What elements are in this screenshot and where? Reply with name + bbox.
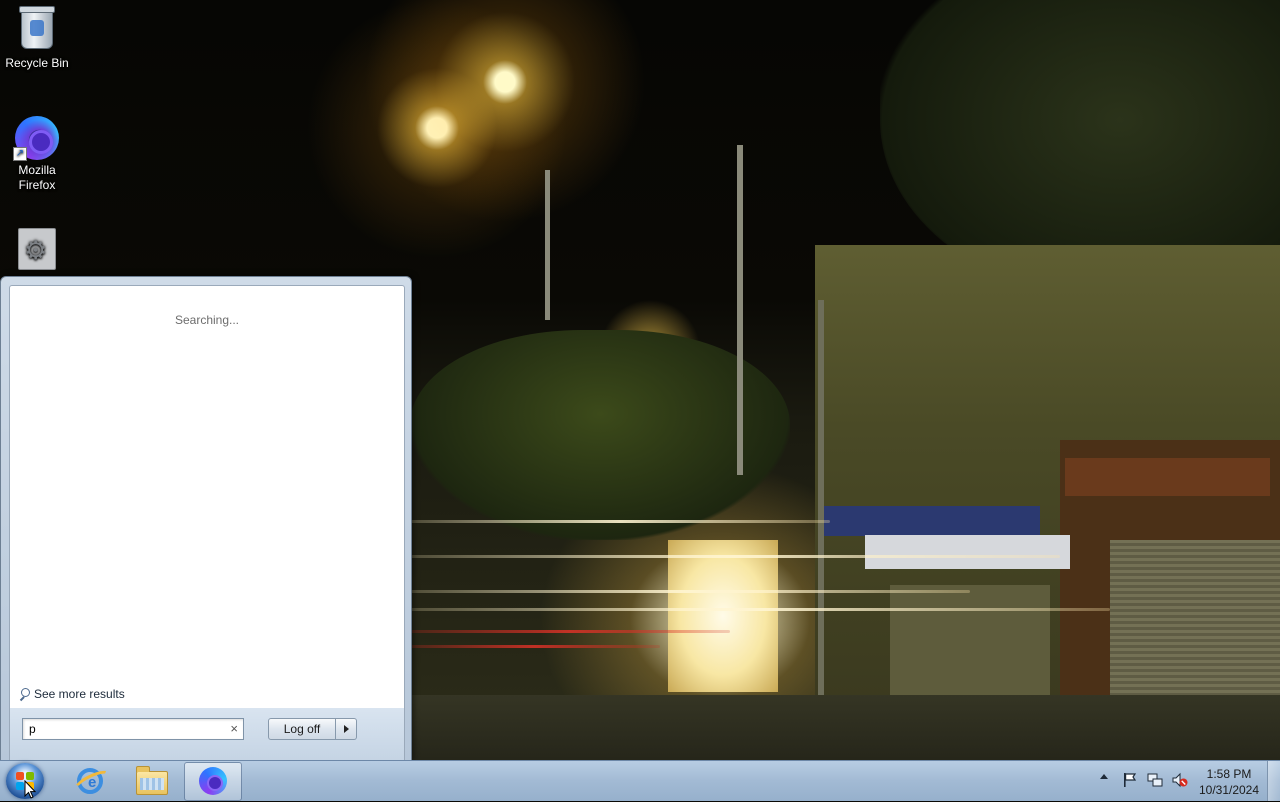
clock-date: 10/31/2024 bbox=[1198, 783, 1260, 797]
show-desktop-button[interactable] bbox=[1267, 761, 1280, 801]
shortcut-arrow-icon: ↗ bbox=[13, 147, 27, 161]
desktop-icon-settings-file[interactable] bbox=[0, 226, 74, 275]
internet-explorer-icon: e bbox=[77, 768, 103, 794]
taskbar-firefox[interactable] bbox=[184, 762, 242, 801]
clear-search-icon[interactable]: × bbox=[230, 721, 238, 736]
taskbar-clock[interactable]: 1:58 PM 10/31/2024 bbox=[1194, 766, 1264, 798]
start-search-input[interactable]: p × bbox=[22, 718, 244, 740]
shutdown-options-arrow-button[interactable] bbox=[336, 718, 357, 740]
start-menu-bottom-bar: p × Log off bbox=[9, 708, 405, 760]
taskbar-windows-explorer[interactable] bbox=[123, 762, 179, 799]
desktop-icon-label: Mozilla Firefox bbox=[18, 163, 56, 192]
network-icon[interactable] bbox=[1147, 772, 1163, 788]
searching-status: Searching... bbox=[174, 313, 240, 327]
wallpaper-trees bbox=[410, 330, 790, 540]
mouse-cursor-icon bbox=[24, 779, 37, 802]
wallpaper-light-streak bbox=[410, 520, 830, 523]
taskbar: e 1:58 PM 10/31/2024 bbox=[0, 760, 1280, 801]
desktop-icon-firefox[interactable]: ↗ Mozilla Firefox bbox=[0, 116, 74, 193]
wallpaper-shopfront bbox=[890, 585, 1050, 695]
search-icon bbox=[18, 688, 30, 700]
action-center-flag-icon[interactable] bbox=[1122, 772, 1138, 788]
recycle-bin-icon bbox=[15, 6, 59, 53]
wallpaper-tail-light-streak bbox=[410, 645, 660, 648]
desktop-icon-recycle-bin[interactable]: Recycle Bin bbox=[0, 6, 74, 71]
logoff-button-group: Log off bbox=[268, 718, 357, 740]
start-menu: Searching... See more results p × Log of… bbox=[0, 276, 412, 762]
wallpaper-light-streak bbox=[410, 590, 970, 593]
search-results-pane: Searching... See more results bbox=[9, 285, 405, 709]
wallpaper-lamp-post bbox=[545, 170, 550, 320]
wallpaper-light-streak bbox=[410, 608, 1110, 611]
desktop-icon-label: Recycle Bin bbox=[5, 56, 69, 70]
taskbar-internet-explorer[interactable]: e bbox=[62, 762, 118, 799]
search-input-value: p bbox=[29, 722, 36, 736]
wallpaper-tail-light-streak bbox=[410, 630, 730, 633]
log-off-button[interactable]: Log off bbox=[268, 718, 336, 740]
clock-time: 1:58 PM bbox=[1206, 767, 1252, 781]
wallpaper-utility-pole-2 bbox=[818, 300, 824, 700]
firefox-icon bbox=[199, 767, 227, 795]
wallpaper-light-streak bbox=[410, 555, 1060, 558]
wallpaper-lit-kiosk bbox=[668, 540, 778, 692]
volume-muted-icon[interactable] bbox=[1172, 772, 1188, 788]
show-hidden-icons-arrow[interactable] bbox=[1100, 774, 1108, 779]
see-more-results-label: See more results bbox=[34, 687, 125, 701]
firefox-icon: ↗ bbox=[13, 116, 59, 161]
windows-explorer-icon bbox=[136, 766, 168, 795]
wallpaper-white-banner bbox=[865, 535, 1070, 569]
settings-file-icon bbox=[15, 228, 59, 272]
wallpaper-shutter bbox=[1110, 540, 1280, 700]
wallpaper-shop-sign bbox=[1065, 458, 1270, 496]
wallpaper-utility-pole bbox=[737, 145, 743, 475]
see-more-results-link[interactable]: See more results bbox=[18, 685, 125, 703]
wallpaper-blue-banner bbox=[820, 506, 1040, 536]
wallpaper-road bbox=[410, 695, 1280, 760]
